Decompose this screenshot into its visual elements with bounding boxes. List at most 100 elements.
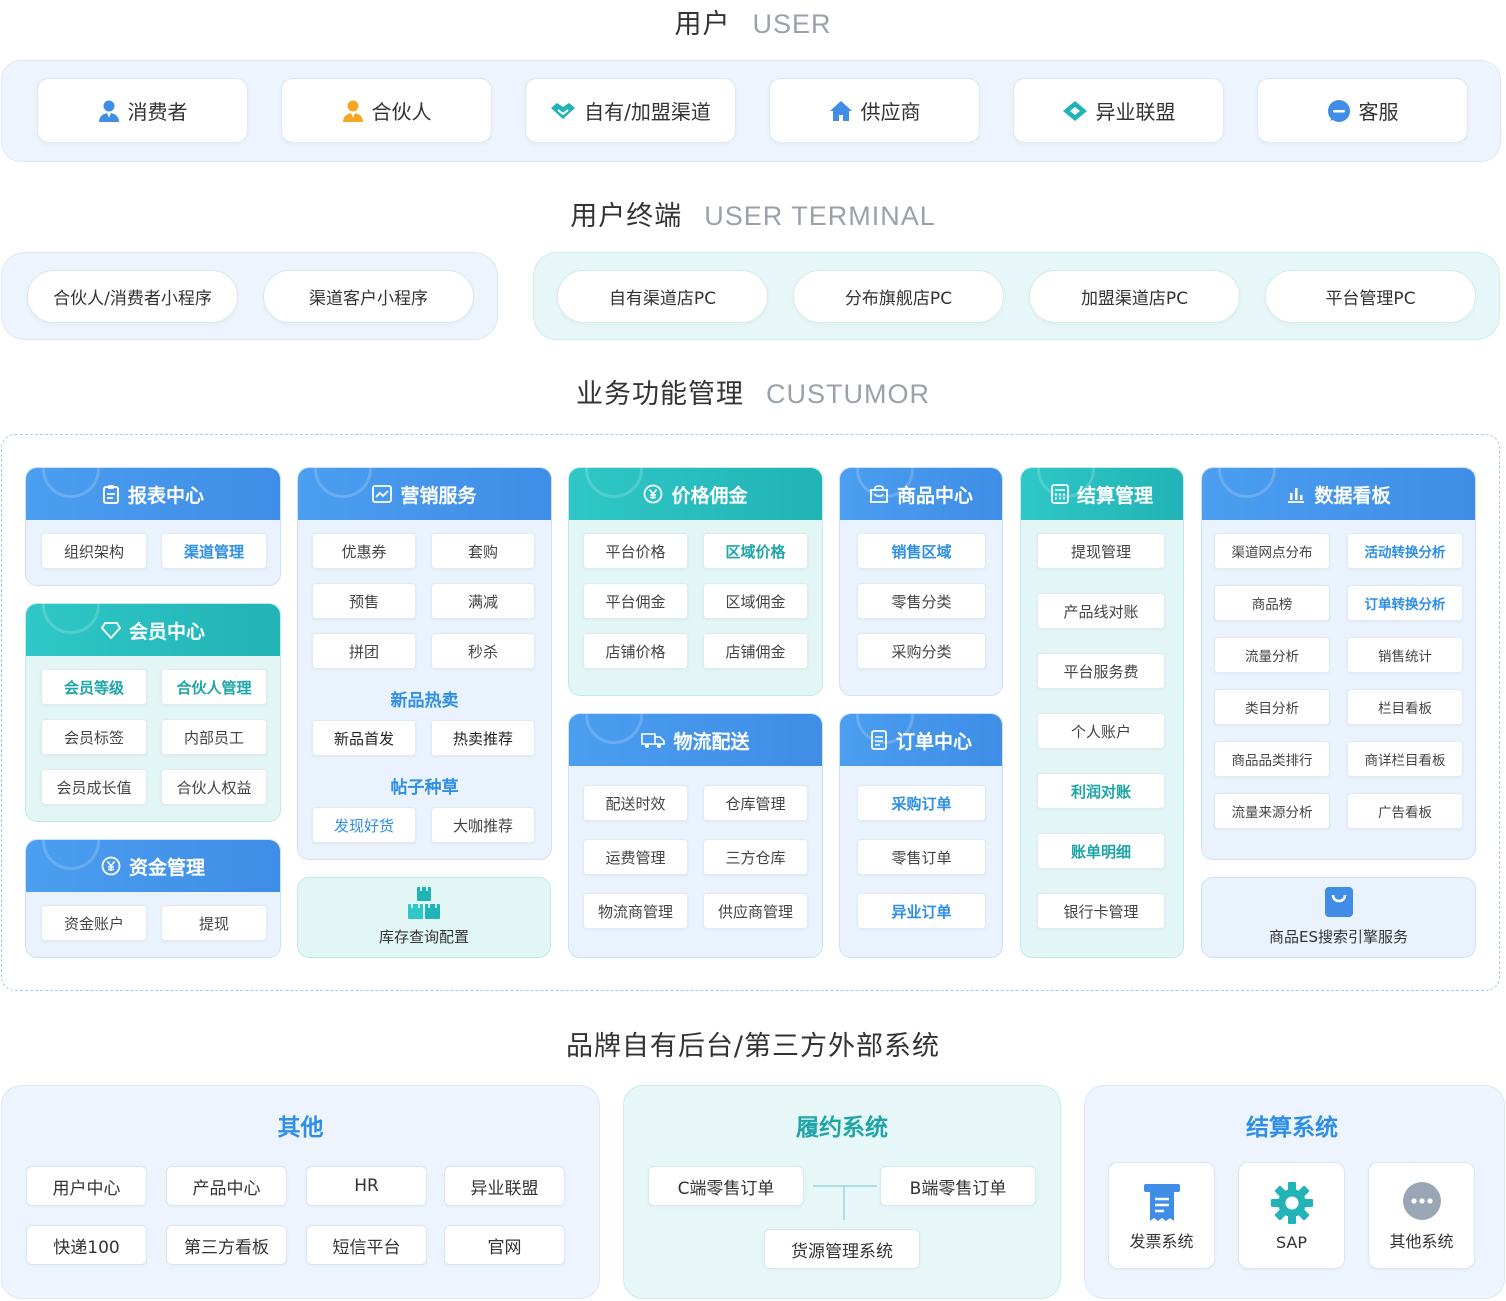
clipboard-icon: [102, 484, 120, 504]
backend-other-item[interactable]: 快递100: [26, 1225, 147, 1265]
module-member-header: 会员中心: [26, 604, 280, 656]
backend-other-item[interactable]: 第三方看板: [166, 1225, 287, 1265]
goods-item[interactable]: 销售区域: [857, 533, 986, 569]
member-item[interactable]: 合伙人权益: [161, 769, 267, 805]
logistics-item[interactable]: 配送时效: [583, 785, 688, 821]
search-label: 商品ES搜索引擎服务: [1269, 928, 1408, 946]
order-item[interactable]: 异业订单: [857, 893, 986, 929]
user-card-supplier[interactable]: 供应商: [769, 78, 980, 143]
other-system-card[interactable]: 其他系统: [1368, 1162, 1475, 1269]
member-item[interactable]: 会员标签: [41, 719, 147, 755]
terminal-platform-pc[interactable]: 平台管理PC: [1265, 270, 1476, 323]
user-card-service[interactable]: 客服: [1257, 78, 1468, 143]
user-card-partner[interactable]: 合伙人: [281, 78, 492, 143]
backend-other-item[interactable]: HR: [306, 1166, 427, 1206]
terminal-franchise-pc[interactable]: 加盟渠道店PC: [1029, 270, 1240, 323]
dashboard-item[interactable]: 广告看板: [1347, 793, 1463, 829]
marketing-item[interactable]: 秒杀: [431, 633, 535, 669]
dashboard-item[interactable]: 类目分析: [1214, 689, 1330, 725]
settle-item[interactable]: 账单明细: [1037, 833, 1165, 869]
marketing-subheading: 帖子种草: [390, 778, 459, 798]
order-item[interactable]: 零售订单: [857, 839, 986, 875]
marketing-item[interactable]: 拼团: [312, 633, 416, 669]
marketing-item[interactable]: 优惠券: [312, 533, 416, 569]
dashboard-item[interactable]: 商详栏目看板: [1347, 741, 1463, 777]
marketing-item[interactable]: 套购: [431, 533, 535, 569]
price-item[interactable]: 区域佣金: [703, 583, 808, 619]
section-title-backend: 品牌自有后台/第三方外部系统: [565, 1031, 941, 1062]
dashboard-item[interactable]: 商品品类排行: [1214, 741, 1330, 777]
member-item[interactable]: 会员等级: [41, 669, 147, 705]
gear-icon: [1239, 1181, 1344, 1225]
logistics-item[interactable]: 仓库管理: [703, 785, 808, 821]
backend-other-item[interactable]: 异业联盟: [444, 1166, 565, 1206]
backend-fulfill-item[interactable]: 货源管理系统: [764, 1229, 920, 1269]
backend-other-item[interactable]: 短信平台: [306, 1225, 427, 1265]
settle-item[interactable]: 平台服务费: [1037, 653, 1165, 689]
dashboard-item[interactable]: 商品榜: [1214, 585, 1330, 621]
backend-fulfill-title: 履约系统: [796, 1115, 888, 1141]
price-item[interactable]: 区域价格: [703, 533, 808, 569]
dashboard-item[interactable]: 渠道网点分布: [1214, 533, 1330, 569]
backend-fulfill-item[interactable]: C端零售订单: [648, 1166, 804, 1206]
diamond-link-icon: [1062, 100, 1088, 122]
marketing-item[interactable]: 大咖推荐: [431, 807, 535, 843]
settle-item[interactable]: 利润对账: [1037, 773, 1165, 809]
logistics-item[interactable]: 物流商管理: [583, 893, 688, 929]
price-item[interactable]: 店铺价格: [583, 633, 688, 669]
marketing-item[interactable]: 预售: [312, 583, 416, 619]
backend-fulfill-item[interactable]: B端零售订单: [880, 1166, 1036, 1206]
user-card-alliance[interactable]: 异业联盟: [1013, 78, 1224, 143]
module-settle-header: 结算管理: [1021, 468, 1183, 520]
user-card-channel[interactable]: 自有/加盟渠道: [525, 78, 736, 143]
settle-item[interactable]: 产品线对账: [1037, 593, 1165, 629]
logistics-item[interactable]: 三方仓库: [703, 839, 808, 875]
terminal-channel-miniapp[interactable]: 渠道客户小程序: [263, 270, 474, 323]
marketing-item[interactable]: 发现好货: [312, 807, 416, 843]
user-card-consumer[interactable]: 消费者: [37, 78, 248, 143]
fund-item[interactable]: 资金账户: [41, 905, 147, 941]
price-item[interactable]: 平台佣金: [583, 583, 688, 619]
marketing-item[interactable]: 满减: [431, 583, 535, 619]
sap-card[interactable]: SAP: [1238, 1162, 1345, 1269]
marketing-item[interactable]: 新品首发: [312, 720, 416, 756]
shopping-bag-icon: [869, 485, 889, 503]
module-search[interactable]: 商品ES搜索引擎服务: [1201, 877, 1476, 958]
dashboard-item[interactable]: 流量来源分析: [1214, 793, 1330, 829]
member-item[interactable]: 会员成长值: [41, 769, 147, 805]
backend-other-item[interactable]: 用户中心: [26, 1166, 147, 1206]
order-item[interactable]: 采购订单: [857, 785, 986, 821]
backend-other-item[interactable]: 产品中心: [166, 1166, 287, 1206]
person-icon: [98, 99, 120, 123]
terminal-partner-miniapp[interactable]: 合伙人/消费者小程序: [27, 270, 238, 323]
dashboard-item[interactable]: 流量分析: [1214, 637, 1330, 673]
section-title-terminal: 用户终端 USER TERMINAL: [570, 201, 936, 232]
settle-item[interactable]: 提现管理: [1037, 533, 1165, 569]
settle-item[interactable]: 个人账户: [1037, 713, 1165, 749]
report-item[interactable]: 渠道管理: [161, 533, 267, 569]
member-item[interactable]: 内部员工: [161, 719, 267, 755]
price-item[interactable]: 平台价格: [583, 533, 688, 569]
terminal-own-store-pc[interactable]: 自有渠道店PC: [557, 270, 768, 323]
terminal-flagship-pc[interactable]: 分布旗舰店PC: [793, 270, 1004, 323]
dashboard-item[interactable]: 活动转换分析: [1347, 533, 1463, 569]
backend-other-item[interactable]: 官网: [444, 1225, 565, 1265]
goods-item[interactable]: 采购分类: [857, 633, 986, 669]
dashboard-item[interactable]: 订单转换分析: [1347, 585, 1463, 621]
price-item[interactable]: 店铺佣金: [703, 633, 808, 669]
invoice-system-card[interactable]: 发票系统: [1108, 1162, 1215, 1269]
logistics-item[interactable]: 供应商管理: [703, 893, 808, 929]
settle-item[interactable]: 银行卡管理: [1037, 893, 1165, 929]
marketing-item[interactable]: 热卖推荐: [431, 720, 535, 756]
dashboard-item[interactable]: 栏目看板: [1347, 689, 1463, 725]
report-item[interactable]: 组织架构: [41, 533, 147, 569]
module-marketing-header: 营销服务: [298, 468, 551, 520]
module-inventory[interactable]: 库存查询配置: [297, 877, 551, 958]
fund-item[interactable]: 提现: [161, 905, 267, 941]
logistics-item[interactable]: 运费管理: [583, 839, 688, 875]
goods-item[interactable]: 零售分类: [857, 583, 986, 619]
backend-other-title: 其他: [277, 1115, 324, 1141]
module-fund-header: 资金管理: [26, 840, 280, 892]
member-item[interactable]: 合伙人管理: [161, 669, 267, 705]
dashboard-item[interactable]: 销售统计: [1347, 637, 1463, 673]
